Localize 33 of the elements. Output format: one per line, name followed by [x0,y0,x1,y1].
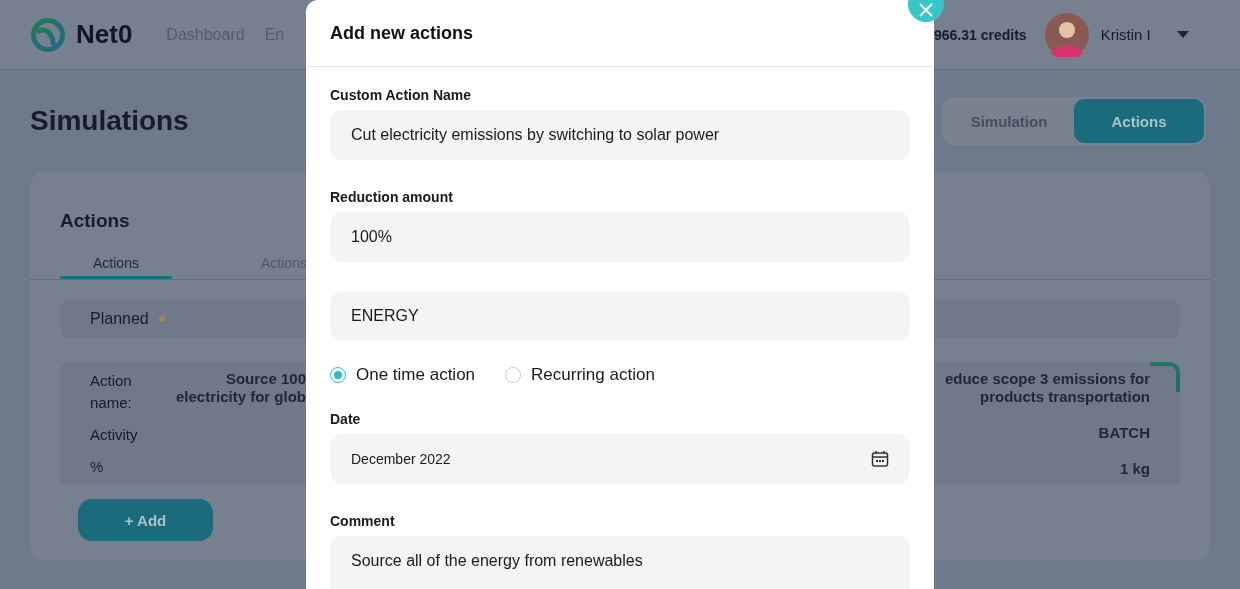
page-title: Simulations [30,105,190,137]
credits-balance: 966.31 credits [934,26,1027,43]
logo-text: Net0 [76,19,133,50]
radio-label[interactable]: One time action [356,365,476,385]
item-label: Activity [90,425,139,445]
add-button[interactable]: + Add [78,499,213,541]
calendar-icon[interactable] [871,450,889,468]
item-label: % [90,457,105,477]
toggle-option[interactable]: Actions [1074,99,1204,143]
modal-title: Add new actions [330,22,473,44]
item-label: Action name: [90,371,133,413]
user-name[interactable]: Kristin I [1100,26,1151,43]
field-label: Reduction amount [330,189,454,205]
input-field[interactable]: ENERGY [330,291,910,341]
item-value: BATCH [1098,424,1150,442]
group-label: Planned [90,310,149,328]
date-field[interactable]: December 2022 [330,434,910,484]
input-field[interactable]: 100% [330,212,910,262]
radio-label[interactable]: Recurring action [531,365,655,385]
field-label: Custom Action Name [330,87,473,103]
avatar[interactable] [1044,12,1089,57]
card-title: Actions [60,210,131,232]
logo-icon [30,16,66,53]
field-label: Comment [330,513,396,529]
item-value: Source 100 electricity for glob [174,370,306,407]
item-value: 1 kg [1120,460,1150,478]
field-label: Date [330,411,362,427]
close-icon[interactable] [919,3,933,17]
item-value: educe scope 3 emissions for products transportation [944,370,1150,406]
caret-icon[interactable] [1176,30,1189,39]
input-field[interactable]: Cut electricity emissions by switching to solar power [330,110,910,160]
comment-field[interactable]: Source all of the energy from renewables [330,536,910,589]
corner-marker [1150,362,1180,392]
